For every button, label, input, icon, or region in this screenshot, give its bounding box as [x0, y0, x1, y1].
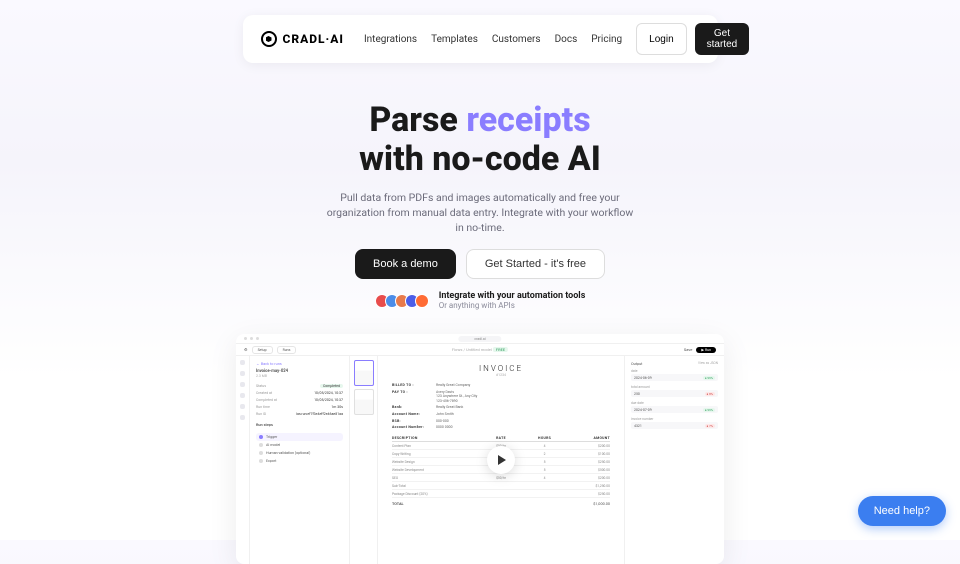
nav-templates[interactable]: Templates [431, 34, 478, 45]
plan-badge: FREE [493, 347, 508, 352]
page-thumb[interactable] [354, 389, 374, 415]
need-help-button[interactable]: Need help? [858, 496, 946, 526]
run-button[interactable]: ▶ Run [696, 347, 716, 353]
setup-tab[interactable]: Setup [252, 346, 273, 354]
play-icon[interactable] [487, 446, 515, 474]
side-icon[interactable] [240, 371, 245, 376]
output-panel: OutputView as JSON date2024-06-09● 99%to… [624, 356, 724, 564]
doc-title: INVOICE [392, 364, 610, 373]
app-screenshot: cradl.ai ⚙ Setup Runs Flows / Untitled m… [236, 334, 724, 564]
top-nav: CRADL·AI Integrations Templates Customer… [243, 15, 718, 63]
page-thumbs [350, 356, 378, 564]
window-dot [256, 337, 259, 340]
save-button[interactable]: Save [684, 347, 693, 352]
output-title: Output [631, 361, 642, 366]
run-step[interactable]: AI model [256, 441, 343, 449]
runs-tab[interactable]: Runs [277, 346, 297, 354]
run-step[interactable]: Human validation (optional) [256, 449, 343, 457]
run-step[interactable]: Trigger [256, 433, 343, 441]
side-icon[interactable] [240, 382, 245, 387]
gear-icon: ⚙ [244, 347, 248, 352]
file-size: 2.3 MB [256, 374, 343, 378]
nav-integrations[interactable]: Integrations [364, 34, 417, 45]
get-started-free-button[interactable]: Get Started - it's free [466, 249, 605, 279]
side-icon[interactable] [240, 415, 245, 420]
nav-links: Integrations Templates Customers Docs Pr… [364, 34, 622, 45]
logo-icon [261, 31, 277, 47]
hero: Parse receipts with no-code AI Pull data… [0, 101, 960, 310]
window-dot [244, 337, 247, 340]
getstarted-button[interactable]: Get started [695, 23, 750, 55]
doc-number: #1234 [392, 373, 610, 377]
nav-docs[interactable]: Docs [555, 34, 578, 45]
steps-title: Run steps [256, 422, 343, 427]
hero-sub: Pull data from PDFs and images automatic… [325, 191, 635, 235]
integrate-sub: Or anything with APIs [439, 301, 586, 310]
side-icon[interactable] [240, 404, 245, 409]
login-button[interactable]: Login [636, 23, 686, 55]
run-details-panel: ← Back to runs Invoice-may-024 2.3 MB St… [250, 356, 350, 564]
nav-pricing[interactable]: Pricing [591, 34, 622, 45]
shot-sidebar [236, 356, 250, 564]
logo[interactable]: CRADL·AI [261, 31, 344, 47]
url-bar: cradl.ai [458, 336, 501, 342]
page-thumb[interactable] [354, 360, 374, 386]
side-icon[interactable] [240, 360, 245, 365]
brand-text: CRADL·AI [283, 32, 344, 46]
window-dot [250, 337, 253, 340]
nav-customers[interactable]: Customers [492, 34, 541, 45]
hero-heading: Parse receipts with no-code AI [0, 101, 960, 179]
integration-icon [415, 294, 429, 308]
document-preview: INVOICE #1234 BILLED TO :Really Great Co… [378, 356, 624, 564]
book-demo-button[interactable]: Book a demo [355, 249, 456, 279]
run-step[interactable]: Export [256, 457, 343, 465]
integrate-title: Integrate with your automation tools [439, 291, 586, 301]
flow-title: Flows / Untitled model [452, 347, 492, 352]
view-json-toggle[interactable]: View as JSON [698, 361, 718, 366]
integrate-row: Integrate with your automation tools Or … [0, 291, 960, 310]
side-icon[interactable] [240, 393, 245, 398]
browser-titlebar: cradl.ai [236, 334, 724, 344]
integration-icons [375, 294, 429, 308]
app-toolbar: ⚙ Setup Runs Flows / Untitled model FREE… [236, 344, 724, 356]
back-link[interactable]: ← Back to runs [256, 361, 343, 366]
